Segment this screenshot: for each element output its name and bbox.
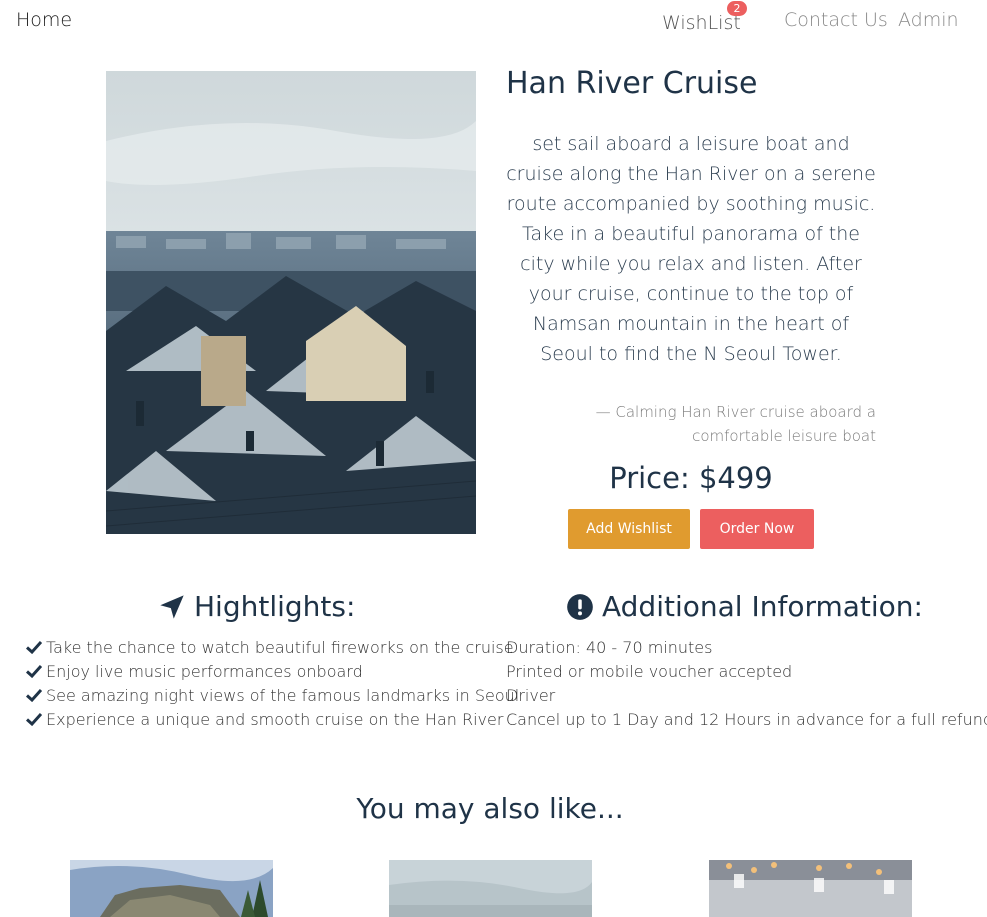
additional-info-heading: Additional Information:: [566, 590, 923, 623]
related-heading: You may also like...: [356, 792, 624, 825]
nav-contact-link[interactable]: Contact Us: [784, 9, 888, 31]
list-item: Take the chance to watch beautiful firew…: [26, 636, 519, 660]
highlight-text: Take the chance to watch beautiful firew…: [46, 638, 514, 657]
product-description: set sail aboard a leisure boat and cruis…: [506, 133, 876, 365]
add-wishlist-button[interactable]: Add Wishlist: [568, 509, 690, 549]
location-arrow-icon: [160, 594, 184, 619]
check-icon: [26, 712, 42, 726]
list-item: Printed or mobile voucher accepted: [506, 662, 793, 681]
product-quote: — Calming Han River cruise aboard a comf…: [595, 403, 876, 445]
nav-wishlist-link[interactable]: WishList: [662, 12, 741, 34]
check-icon: [26, 640, 42, 654]
highlights-heading-text: Hightlights:: [194, 590, 356, 623]
order-now-button[interactable]: Order Now: [700, 509, 814, 549]
list-item: Cancel up to 1 Day and 12 Hours in advan…: [506, 710, 987, 729]
list-item: Enjoy live music performances onboard: [26, 660, 519, 684]
exclamation-circle-icon: [567, 593, 593, 620]
related-card-image[interactable]: [70, 860, 273, 917]
top-nav: Home WishList 2 Contact Us Admin: [0, 0, 987, 48]
highlight-text: Experience a unique and smooth cruise on…: [46, 710, 504, 729]
check-icon: [26, 688, 42, 702]
highlights-list: Take the chance to watch beautiful firew…: [26, 636, 519, 732]
wishlist-count-badge: 2: [727, 1, 747, 16]
highlight-text: See amazing night views of the famous la…: [46, 686, 520, 705]
related-card-image[interactable]: [709, 860, 912, 917]
check-icon: [26, 664, 42, 678]
nav-admin-link[interactable]: Admin: [898, 9, 959, 31]
list-item: Driver: [506, 686, 556, 705]
related-card-image[interactable]: [389, 860, 592, 917]
additional-info-heading-text: Additional Information:: [602, 590, 923, 623]
nav-home-link[interactable]: Home: [16, 9, 72, 31]
product-title: Han River Cruise: [506, 66, 758, 101]
list-item: Experience a unique and smooth cruise on…: [26, 708, 519, 732]
highlight-text: Enjoy live music performances onboard: [46, 662, 363, 681]
list-item: See amazing night views of the famous la…: [26, 684, 519, 708]
additional-info-list: Duration: 40 - 70 minutes Printed or mob…: [506, 636, 987, 732]
product-price: Price: $499: [609, 461, 773, 495]
list-item: Duration: 40 - 70 minutes: [506, 638, 713, 657]
highlights-heading: Hightlights:: [158, 590, 355, 623]
product-image: [106, 71, 476, 534]
